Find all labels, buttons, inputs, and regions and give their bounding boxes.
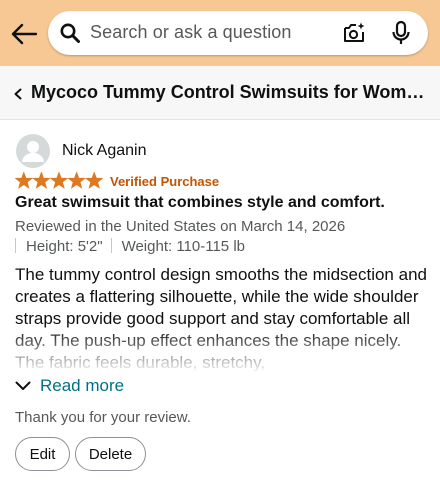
back-arrow-icon[interactable] [10, 20, 38, 48]
text-fade [15, 328, 429, 372]
camera-icon[interactable] [342, 21, 366, 45]
star-icon [32, 172, 51, 189]
product-title-bar[interactable]: Mycoco Tummy Control Swimsuits for Wome.… [0, 66, 440, 120]
search-icon [60, 23, 80, 43]
star-icon [49, 172, 69, 189]
height-attribute: Height: 5'2" [26, 238, 103, 255]
read-more-link[interactable]: Read more [15, 375, 124, 397]
verified-purchase-badge: Verified Purchase [110, 174, 220, 189]
search-placeholder: Search or ask a question [90, 22, 292, 42]
weight-attribute: Weight: 110-115 lb [121, 238, 245, 255]
top-bar: Search or ask a question [0, 0, 440, 66]
divider [15, 238, 16, 253]
thank-you-message: Thank you for your review. [15, 409, 191, 426]
product-title[interactable]: Mycoco Tummy Control Swimsuits for Wome.… [31, 82, 431, 103]
reviewer-name[interactable]: Nick Aganin [62, 142, 147, 160]
chevron-down-icon [15, 381, 31, 390]
avatar [16, 134, 50, 168]
read-more-label[interactable]: Read more [40, 376, 124, 396]
review-title: Great swimsuit that combines style and c… [15, 194, 385, 211]
delete-button[interactable]: Delete [75, 437, 146, 471]
star-icon [15, 172, 34, 189]
edit-button[interactable]: Edit [15, 437, 70, 471]
divider [110, 238, 112, 253]
star-rating [15, 172, 103, 189]
review-body-container: The tummy control design smooths the mid… [15, 264, 429, 372]
chevron-left-icon[interactable] [13, 88, 23, 100]
review-attributes: Height: 5'2" Weight: 110-115 lb [15, 238, 253, 256]
review-date: Reviewed in the United States on March 1… [15, 218, 346, 235]
search-input[interactable]: Search or ask a question [48, 11, 428, 55]
mic-icon[interactable] [390, 20, 412, 46]
star-icon [67, 172, 86, 189]
star-icon [84, 172, 103, 189]
